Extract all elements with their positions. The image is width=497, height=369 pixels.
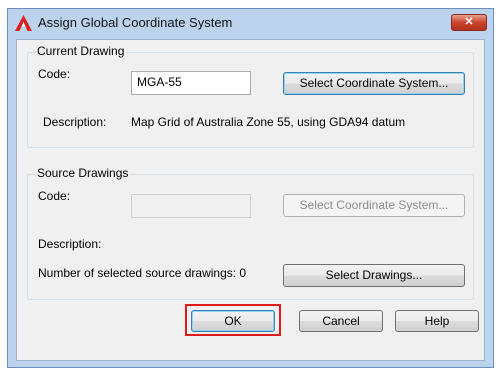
source-code-input[interactable] — [131, 194, 251, 218]
window-title: Assign Global Coordinate System — [38, 15, 233, 30]
source-drawings-group: Source Drawings Code: Select Coordinate … — [27, 166, 474, 300]
current-code-label: Code: — [38, 67, 71, 81]
source-drawings-group-label: Source Drawings — [35, 166, 131, 180]
current-code-input[interactable]: MGA-55 — [131, 71, 251, 95]
dialog-body: Current Drawing Code: MGA-55 Select Coor… — [16, 39, 485, 361]
ok-button[interactable]: OK — [191, 310, 275, 332]
source-select-coordinate-system-button[interactable]: Select Coordinate System... — [283, 194, 465, 217]
help-button[interactable]: Help — [395, 310, 479, 332]
current-drawing-group-label: Current Drawing — [35, 44, 127, 58]
select-drawings-button[interactable]: Select Drawings... — [283, 264, 465, 287]
close-button[interactable]: ✕ — [451, 14, 487, 31]
title-bar[interactable]: Assign Global Coordinate System ✕ — [8, 9, 493, 37]
current-drawing-group: Current Drawing Code: MGA-55 Select Coor… — [27, 44, 474, 148]
source-description-label: Description: — [38, 237, 102, 251]
cancel-button[interactable]: Cancel — [299, 310, 383, 332]
current-description-value: Map Grid of Australia Zone 55, using GDA… — [131, 115, 406, 129]
autocad-a-icon — [15, 15, 32, 31]
select-coordinate-system-button[interactable]: Select Coordinate System... — [283, 72, 465, 95]
current-description-label: Description: — [43, 115, 107, 129]
selected-drawings-count: Number of selected source drawings: 0 — [38, 266, 247, 280]
dialog-window: Assign Global Coordinate System ✕ Curren… — [7, 8, 494, 368]
source-code-label: Code: — [38, 189, 71, 203]
